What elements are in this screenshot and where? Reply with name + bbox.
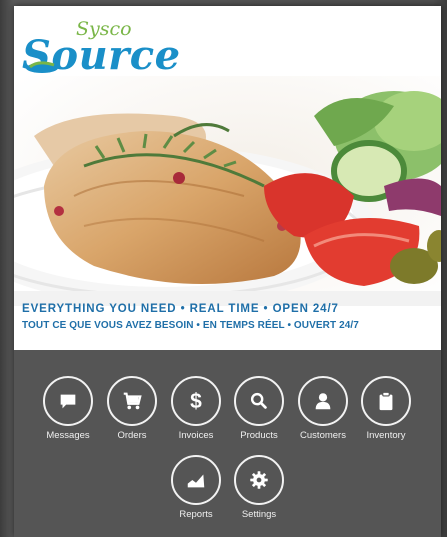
menu-label-products: Products [240,430,278,441]
orders-button[interactable] [107,376,157,426]
settings-button[interactable] [234,455,284,505]
logo-leaf-icon [26,61,58,73]
hero-banner: Sysco Source EVERYTHING YOU NEED • REAL … [14,6,441,350]
dollar-icon: $ [190,389,202,413]
inventory-button[interactable] [361,376,411,426]
food-photo [14,76,441,306]
menu-label-settings: Settings [241,509,277,520]
tagline-french: TOUT CE QUE VOUS AVEZ BESOIN • EN TEMPS … [22,320,359,331]
search-icon [250,392,267,409]
menu-item-inventory[interactable]: Inventory [351,376,421,441]
chart-icon [187,474,205,488]
messages-button[interactable] [43,376,93,426]
menu-item-invoices[interactable]: $ Invoices [161,376,231,441]
menu-label-invoices: Invoices [178,430,214,441]
chat-bubble-icon [60,394,76,409]
menu-item-settings[interactable]: Settings [224,455,294,520]
menu-label-reports: Reports [179,509,213,520]
menu-item-orders[interactable]: Orders [97,376,167,441]
menu-label-inventory: Inventory [366,430,406,441]
person-icon [315,393,331,410]
menu-item-messages[interactable]: Messages [33,376,103,441]
menu-label-customers: Customers [300,430,346,441]
products-button[interactable] [234,376,284,426]
menu-item-reports[interactable]: Reports [161,455,231,520]
menu-item-customers[interactable]: Customers [288,376,358,441]
sysco-source-logo: Sysco Source [18,16,188,86]
clipboard-icon [379,391,393,411]
tagline-english: EVERYTHING YOU NEED • REAL TIME • OPEN 2… [22,303,339,315]
menu-label-orders: Orders [117,430,147,441]
customers-button[interactable] [298,376,348,426]
app-screen: Sysco Source EVERYTHING YOU NEED • REAL … [14,6,441,537]
menu-item-products[interactable]: Products [224,376,294,441]
menu-label-messages: Messages [46,430,90,441]
cart-icon [123,392,142,410]
gear-icon [250,471,268,489]
main-menu: Messages Orders $ Invoices Products Cust… [14,350,441,537]
invoices-button[interactable]: $ [171,376,221,426]
reports-button[interactable] [171,455,221,505]
